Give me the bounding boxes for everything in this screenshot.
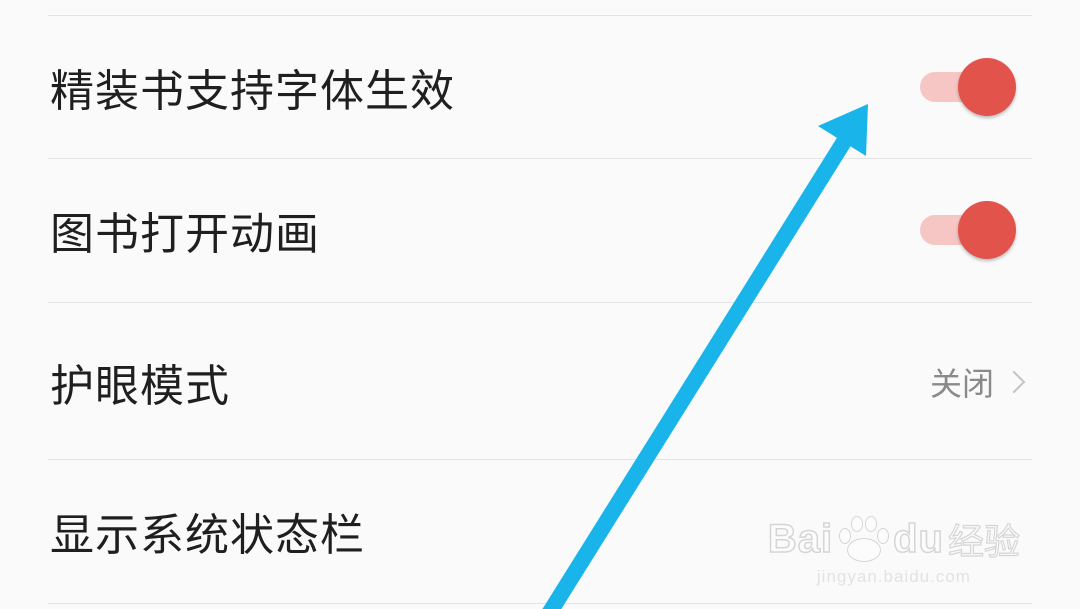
paw-logo-icon xyxy=(835,514,891,564)
hardcover-font-toggle[interactable] xyxy=(920,58,1016,116)
watermark-url: jingyan.baidu.com xyxy=(816,567,971,586)
watermark-brand-bai: Bai xyxy=(767,516,834,562)
setting-label: 精装书支持字体生效 xyxy=(50,66,455,117)
setting-label: 图书打开动画 xyxy=(50,209,320,260)
book-open-animation-toggle[interactable] xyxy=(920,201,1016,259)
setting-row-hardcover-font[interactable]: 精装书支持字体生效 xyxy=(0,16,1080,158)
chevron-right-icon xyxy=(1002,370,1026,394)
watermark-brand-cn: 经验 xyxy=(947,520,1020,562)
eye-care-value[interactable]: 关闭 xyxy=(930,359,1028,405)
setting-row-book-open-animation[interactable]: 图书打开动画 xyxy=(0,159,1080,301)
baidu-jingyan-watermark: Bai du 经验 jingyan.baidu.com xyxy=(767,513,1020,587)
toggle-thumb xyxy=(958,58,1016,116)
eye-care-value-text: 关闭 xyxy=(929,365,994,403)
setting-row-eye-care-mode[interactable]: 护眼模式 关闭 xyxy=(0,311,1080,453)
divider xyxy=(48,302,1032,303)
settings-screen: 精装书支持字体生效 图书打开动画 护眼模式 关闭 显示系统状态栏 Bai du … xyxy=(0,0,1080,609)
setting-label: 护眼模式 xyxy=(50,361,230,412)
setting-label: 显示系统状态栏 xyxy=(50,510,365,561)
toggle-thumb xyxy=(958,201,1016,259)
watermark-brand-du: du xyxy=(892,516,944,562)
divider xyxy=(48,603,1032,604)
